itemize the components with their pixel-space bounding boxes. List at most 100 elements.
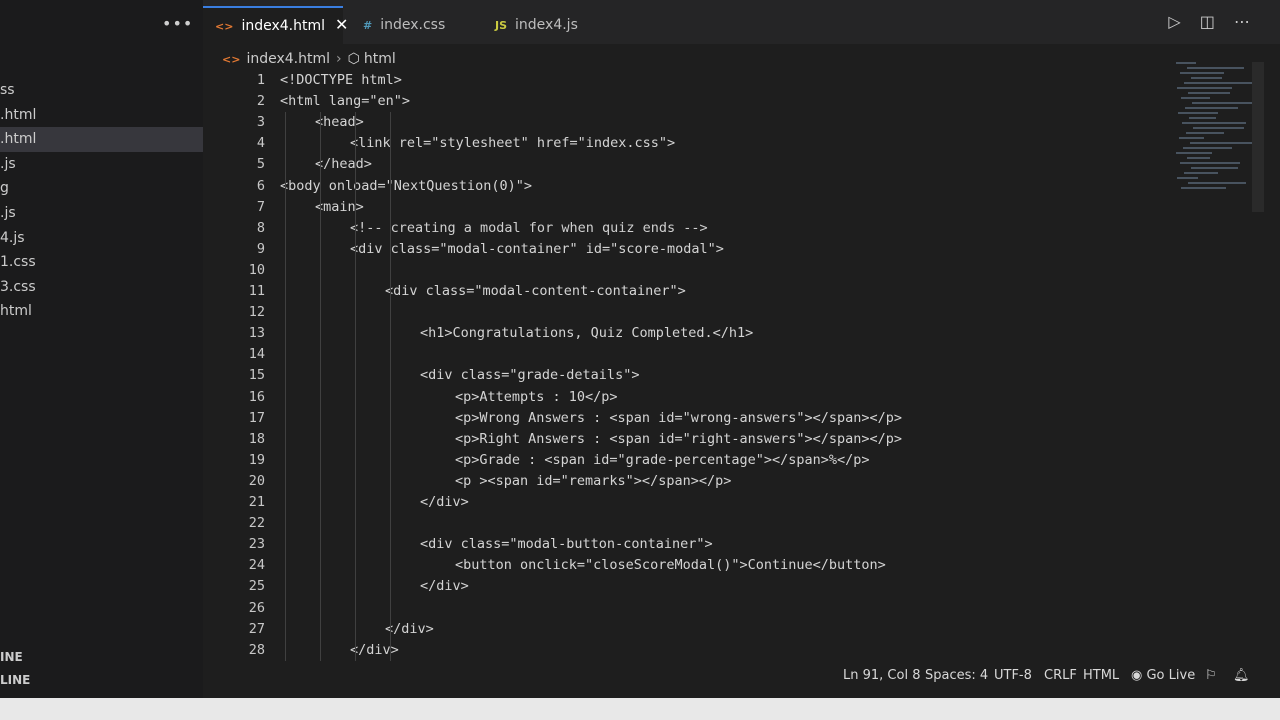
close-icon[interactable]: ✕	[335, 15, 348, 34]
code-text: <div class="modal-container" id="score-m…	[350, 240, 724, 257]
line-number: 1	[256, 72, 265, 88]
code-line[interactable]: 17 <p>Wrong Answers : <span id="wrong-ans…	[0, 408, 1180, 429]
code-line[interactable]: 10	[0, 260, 1180, 281]
minimap-line	[1190, 142, 1252, 144]
code-line[interactable]: 26	[0, 598, 1180, 619]
minimap-line	[1192, 102, 1258, 104]
feedback-icon[interactable]: ⚐	[1205, 668, 1217, 683]
code-text: <!-- creating a modal for when quiz ends…	[350, 219, 708, 236]
code-text: <body onload="NextQuestion(0)">	[280, 177, 532, 194]
code-text: <!DOCTYPE html>	[280, 72, 402, 88]
code-line[interactable]: 4 <link rel="stylesheet" href="index.css"…	[0, 133, 1180, 154]
code-line[interactable]: 16 <p>Attempts : 10</p>	[0, 387, 1180, 408]
editor-actions: ▷ ◫ ⋯	[1154, 12, 1250, 31]
code-line[interactable]: 11 <div class="modal-content-container">	[0, 281, 1180, 302]
code-line[interactable]: 21 </div>	[0, 492, 1180, 513]
line-number: 14	[248, 346, 265, 363]
code-line[interactable]: 6 <body onload="NextQuestion(0)">	[0, 176, 1180, 197]
line-number: 6	[256, 177, 265, 194]
line-number: 12	[248, 304, 265, 321]
indent-guide	[355, 112, 356, 661]
language-mode[interactable]: HTML	[1083, 668, 1119, 683]
line-number: 13	[248, 325, 265, 342]
code-line[interactable]: 5 </head>	[0, 154, 1180, 175]
chevron-right-icon: ›	[336, 51, 342, 67]
more-icon[interactable]: ⋯	[1234, 12, 1250, 31]
code-line[interactable]: 12	[0, 302, 1180, 323]
minimap-line	[1189, 117, 1216, 119]
code-line[interactable]: 2 <html lang="en">	[0, 91, 1180, 112]
status-bar: Ln 91, Col 8 Spaces: 4 UTF-8 CRLF HTML ◉…	[203, 664, 1280, 688]
code-line[interactable]: 28 </div>	[0, 640, 1180, 661]
code-text: </div>	[420, 578, 469, 595]
line-number: 2	[256, 93, 265, 110]
code-line[interactable]: 24 <button onclick="closeScoreModal()">Co…	[0, 555, 1180, 576]
indentation[interactable]: Spaces: 4	[925, 668, 988, 683]
breadcrumb-file[interactable]: index4.html	[246, 51, 330, 67]
line-number: 19	[248, 451, 265, 468]
code-line[interactable]: 25 </div>	[0, 576, 1180, 597]
tab-index4-js[interactable]: JS index4.js	[483, 6, 613, 44]
code-line[interactable]: 15 <div class="grade-details">	[0, 365, 1180, 386]
code-text: <button onclick="closeScoreModal()">Cont…	[455, 557, 886, 574]
tab-index4-html[interactable]: <> index4.html ✕	[203, 6, 348, 44]
minimap-line	[1180, 72, 1224, 74]
code-line[interactable]: 3 <head>	[0, 112, 1180, 133]
js-file-icon: JS	[495, 19, 508, 32]
line-number: 26	[248, 599, 265, 616]
line-number: 10	[248, 261, 265, 278]
minimap-line	[1181, 97, 1210, 99]
split-editor-icon[interactable]: ◫	[1200, 12, 1215, 31]
encoding[interactable]: UTF-8	[994, 668, 1032, 683]
code-text: <main>	[315, 198, 364, 215]
code-line[interactable]: 20 <p ><span id="remarks"></span></p>	[0, 471, 1180, 492]
minimap-line	[1179, 137, 1204, 139]
code-line[interactable]: 27 </div>	[0, 619, 1180, 640]
minimap-line	[1178, 112, 1218, 114]
line-number: 7	[256, 198, 265, 215]
code-text: <h1>Congratulations, Quiz Completed.</h1…	[420, 325, 754, 342]
code-text: </head>	[315, 156, 372, 173]
code-text: </div>	[350, 641, 399, 658]
minimap-line	[1177, 87, 1232, 89]
code-line[interactable]: 7 <main>	[0, 197, 1180, 218]
code-line[interactable]: 14	[0, 344, 1180, 365]
code-line[interactable]: 18 <p>Right Answers : <span id="right-ans…	[0, 429, 1180, 450]
minimap-line	[1188, 92, 1230, 94]
tab-label: index4.js	[515, 17, 578, 33]
code-text: </div>	[420, 494, 469, 510]
minimap-line	[1184, 172, 1218, 174]
line-endings[interactable]: CRLF	[1044, 668, 1077, 683]
vertical-scrollbar[interactable]	[1252, 62, 1264, 212]
minimap-line	[1180, 162, 1240, 164]
tab-index-css[interactable]: # index.css	[351, 6, 481, 44]
more-actions-icon[interactable]: •••	[162, 14, 193, 33]
code-line[interactable]: 19 <p>Grade : <span id="grade-percentage"…	[0, 450, 1180, 471]
code-text: <head>	[315, 114, 364, 131]
go-live-button[interactable]: ◉ Go Live	[1131, 668, 1195, 683]
notifications-bell-icon[interactable]: 🔔︎	[1233, 668, 1250, 683]
line-number: 28	[248, 641, 265, 658]
cursor-position[interactable]: Ln 91, Col 8	[843, 668, 920, 683]
minimap[interactable]	[1176, 62, 1258, 202]
code-text: <p>Attempts : 10</p>	[455, 388, 618, 405]
minimap-line	[1191, 167, 1238, 169]
breadcrumb-symbol[interactable]: html	[364, 51, 396, 67]
code-line[interactable]: 9 <div class="modal-container" id="score-…	[0, 239, 1180, 260]
line-number: 27	[248, 620, 265, 637]
code-text: <div class="modal-content-container">	[385, 283, 686, 299]
minimap-line	[1176, 152, 1212, 154]
minimap-line	[1182, 122, 1246, 124]
code-line[interactable]: 8 <!-- creating a modal for when quiz end…	[0, 218, 1180, 239]
code-line[interactable]: 22	[0, 513, 1180, 534]
minimap-line	[1188, 182, 1246, 184]
minimap-line	[1187, 67, 1244, 69]
code-line[interactable]: 1 <!DOCTYPE html>	[0, 70, 1180, 91]
minimap-line	[1183, 147, 1232, 149]
code-line[interactable]: 23 <div class="modal-button-container">	[0, 534, 1180, 555]
minimap-line	[1193, 127, 1244, 129]
run-icon[interactable]: ▷	[1168, 12, 1180, 31]
tab-label: index.css	[380, 17, 446, 33]
code-line[interactable]: 13 <h1>Congratulations, Quiz Completed.</…	[0, 323, 1180, 344]
code-text: <html lang="en">	[280, 93, 411, 110]
